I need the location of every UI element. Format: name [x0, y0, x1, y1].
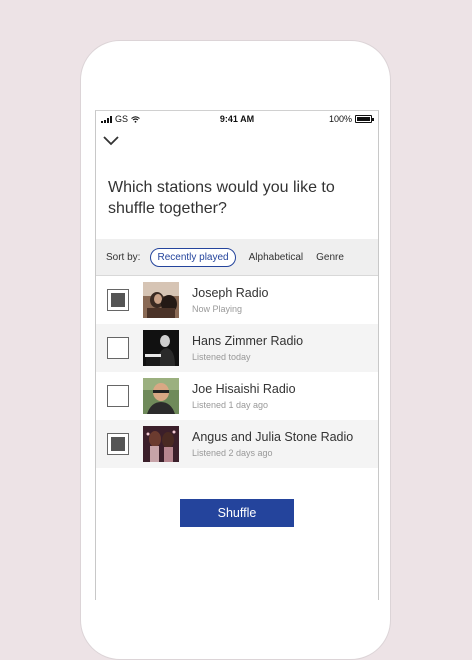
station-thumbnail	[143, 378, 179, 414]
station-status: Listened today	[192, 352, 251, 362]
app-screen: GS 9:41 AM 100% Which stations would you…	[95, 110, 379, 600]
shuffle-button[interactable]: Shuffle	[180, 499, 294, 527]
sort-option-recently-played[interactable]: Recently played	[150, 247, 236, 267]
station-list: Joseph Radio Now Playing Hans Zimmer Rad…	[96, 276, 378, 468]
sort-option-genre[interactable]: Genre	[316, 252, 344, 263]
status-right: 100%	[328, 114, 374, 124]
station-name: Hans Zimmer Radio	[192, 334, 304, 348]
station-status: Listened 1 day ago	[192, 400, 269, 410]
station-row[interactable]: Joe Hisaishi Radio Listened 1 day ago	[96, 372, 378, 420]
station-status: Now Playing	[192, 304, 243, 314]
sort-option-alphabetical[interactable]: Alphabetical	[249, 252, 303, 263]
station-row[interactable]: Hans Zimmer Radio Listened today	[96, 324, 378, 372]
sort-bar: Sort by: Recently played Alphabetical Ge…	[96, 239, 378, 276]
station-row[interactable]: Angus and Julia Stone Radio Listened 2 d…	[96, 420, 378, 468]
station-name: Angus and Julia Stone Radio	[192, 430, 354, 444]
station-checkbox[interactable]	[107, 433, 129, 455]
station-name: Joe Hisaishi Radio	[192, 382, 296, 396]
status-bar: GS 9:41 AM 100%	[96, 111, 378, 127]
station-row[interactable]: Joseph Radio Now Playing	[96, 276, 378, 324]
station-thumbnail	[143, 282, 179, 318]
station-checkbox[interactable]	[107, 289, 129, 311]
station-thumbnail	[143, 426, 179, 462]
battery-percent: 100%	[328, 114, 352, 124]
page-title: Which stations would you like to shuffle…	[108, 179, 335, 217]
station-name: Joseph Radio	[192, 286, 269, 300]
station-status: Listened 2 days ago	[192, 448, 273, 458]
chevron-down-icon[interactable]	[102, 133, 120, 147]
station-thumbnail	[143, 330, 179, 366]
sort-label: Sort by:	[106, 251, 141, 263]
station-checkbox[interactable]	[107, 337, 129, 359]
battery-icon	[355, 115, 374, 123]
station-checkbox[interactable]	[107, 385, 129, 407]
